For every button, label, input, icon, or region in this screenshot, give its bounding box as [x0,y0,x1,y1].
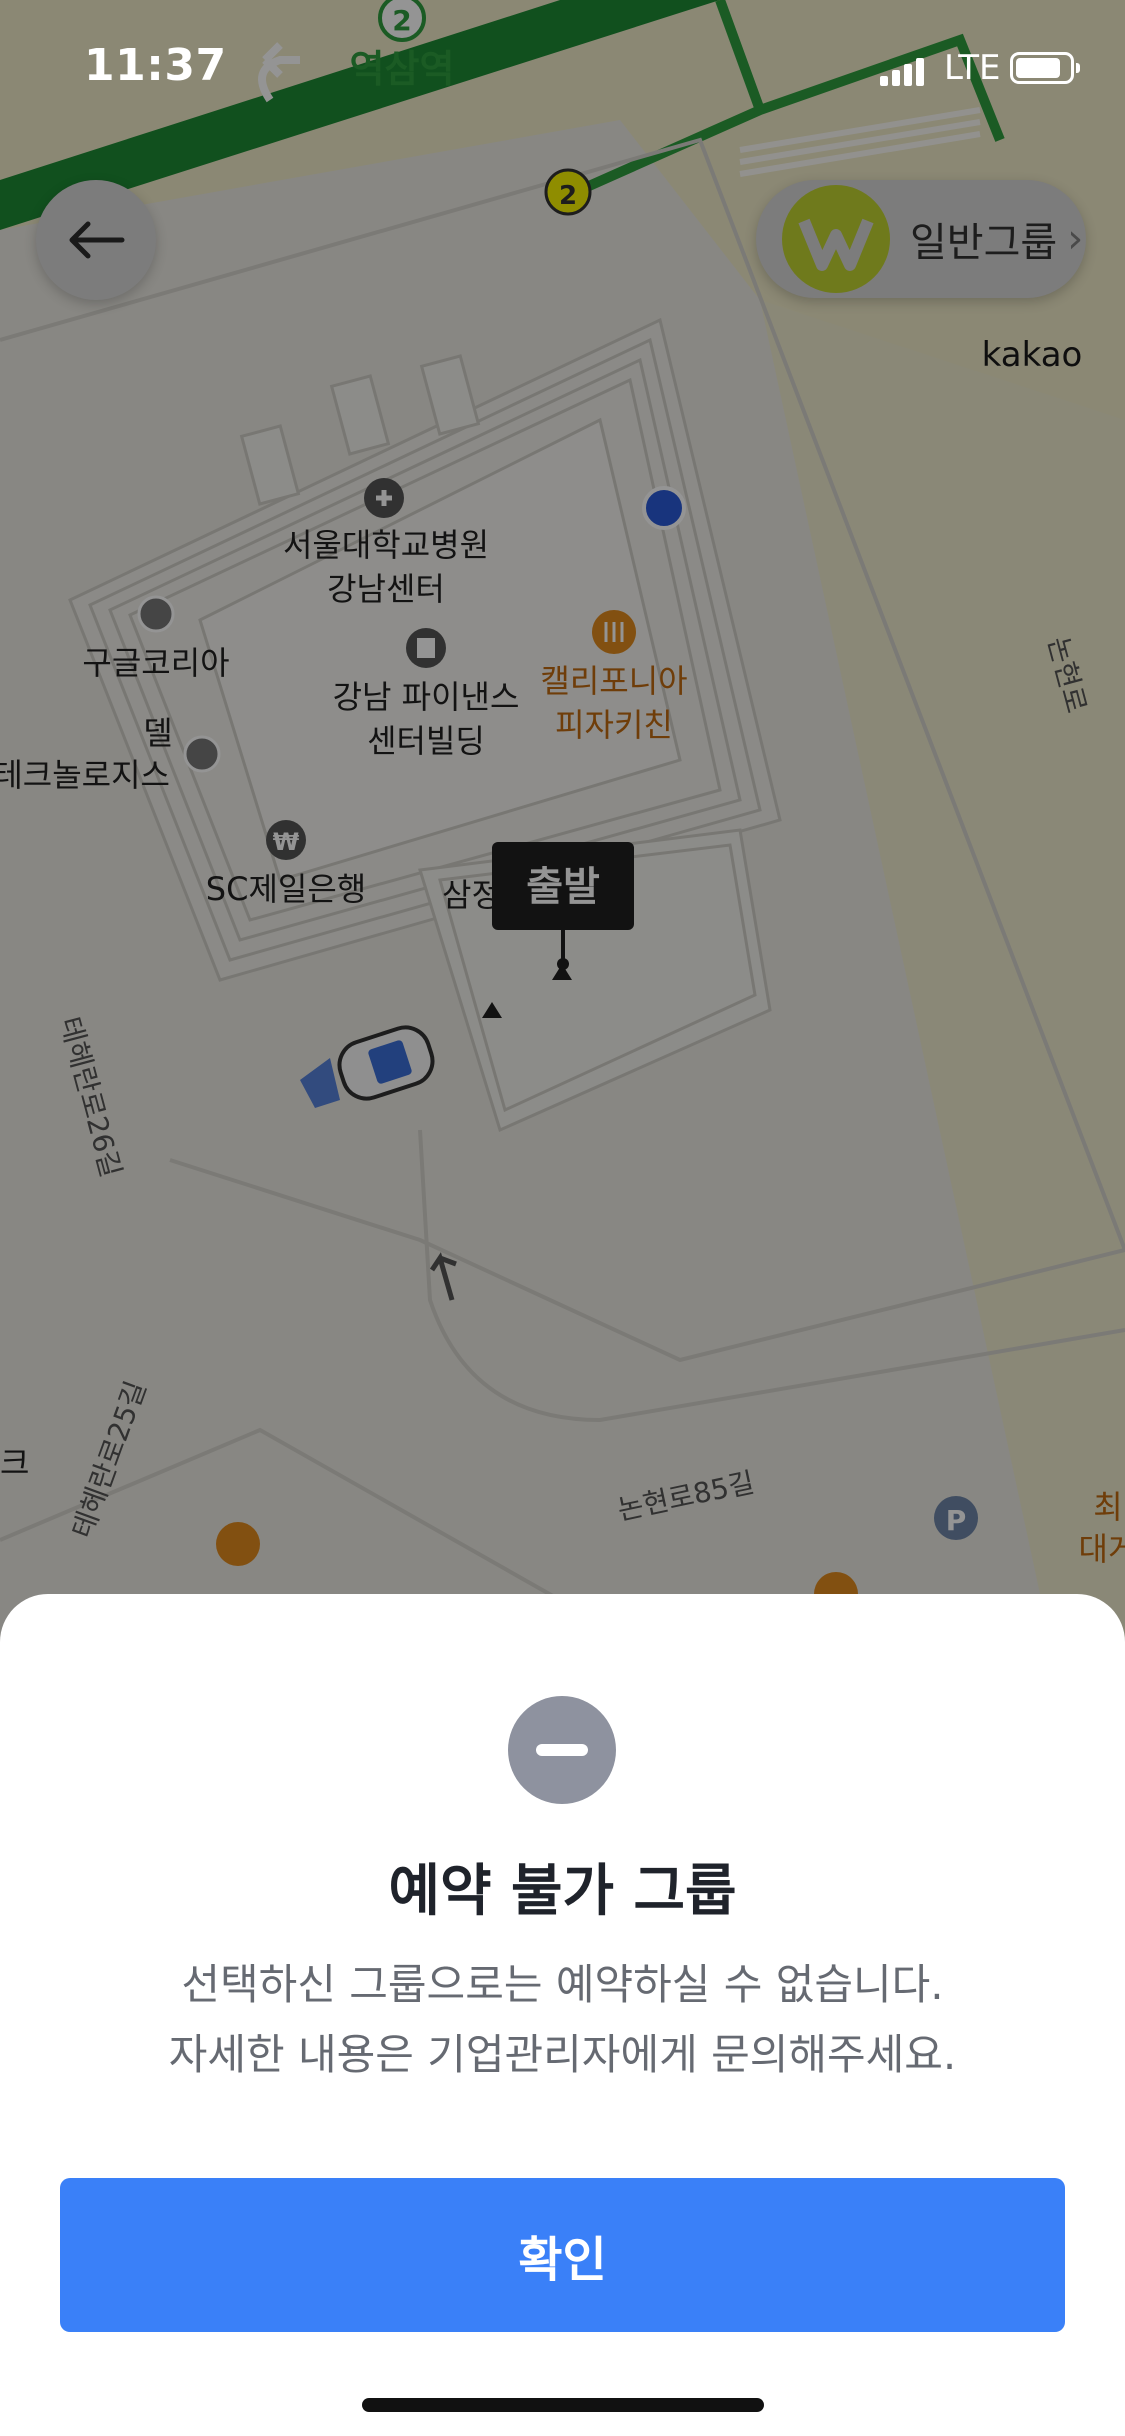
network-label: LTE [944,48,1001,88]
minus-circle-icon [508,1696,616,1804]
group-logo-icon [782,185,890,293]
sheet-title: 예약 불가 그룹 [388,1859,737,1924]
sheet-description-line: 선택하신 그룹으로는 예약하실 수 없습니다. [181,1960,944,2009]
bottom-sheet: 예약 불가 그룹 선택하신 그룹으로는 예약하실 수 없습니다. 자세한 내용은… [0,1594,1125,2436]
home-indicator [362,2398,764,2412]
sheet-description-line: 자세한 내용은 기업관리자에게 문의해주세요. [168,2030,957,2079]
signal-icon [880,56,924,86]
battery-icon [1010,52,1080,84]
group-label: 일반그룹 [910,220,1058,266]
status-time: 11:37 [84,40,227,91]
chevron-right-icon: › [1067,216,1084,262]
sheet-description: 선택하신 그룹으로는 예약하실 수 없습니다. 자세한 내용은 기업관리자에게 … [0,1950,1125,2090]
screen: 2 역삼역 2 ₩ P 서울대학교병원 강남센터 구글코리아 강남 파이낸스 센… [0,0,1125,2436]
confirm-button[interactable]: 확인 [60,2178,1065,2332]
back-button[interactable] [36,180,156,300]
group-selector[interactable]: 일반그룹 › [756,180,1086,298]
status-bar: 11:37 LTE [0,0,1125,140]
arrow-left-icon [69,221,125,259]
